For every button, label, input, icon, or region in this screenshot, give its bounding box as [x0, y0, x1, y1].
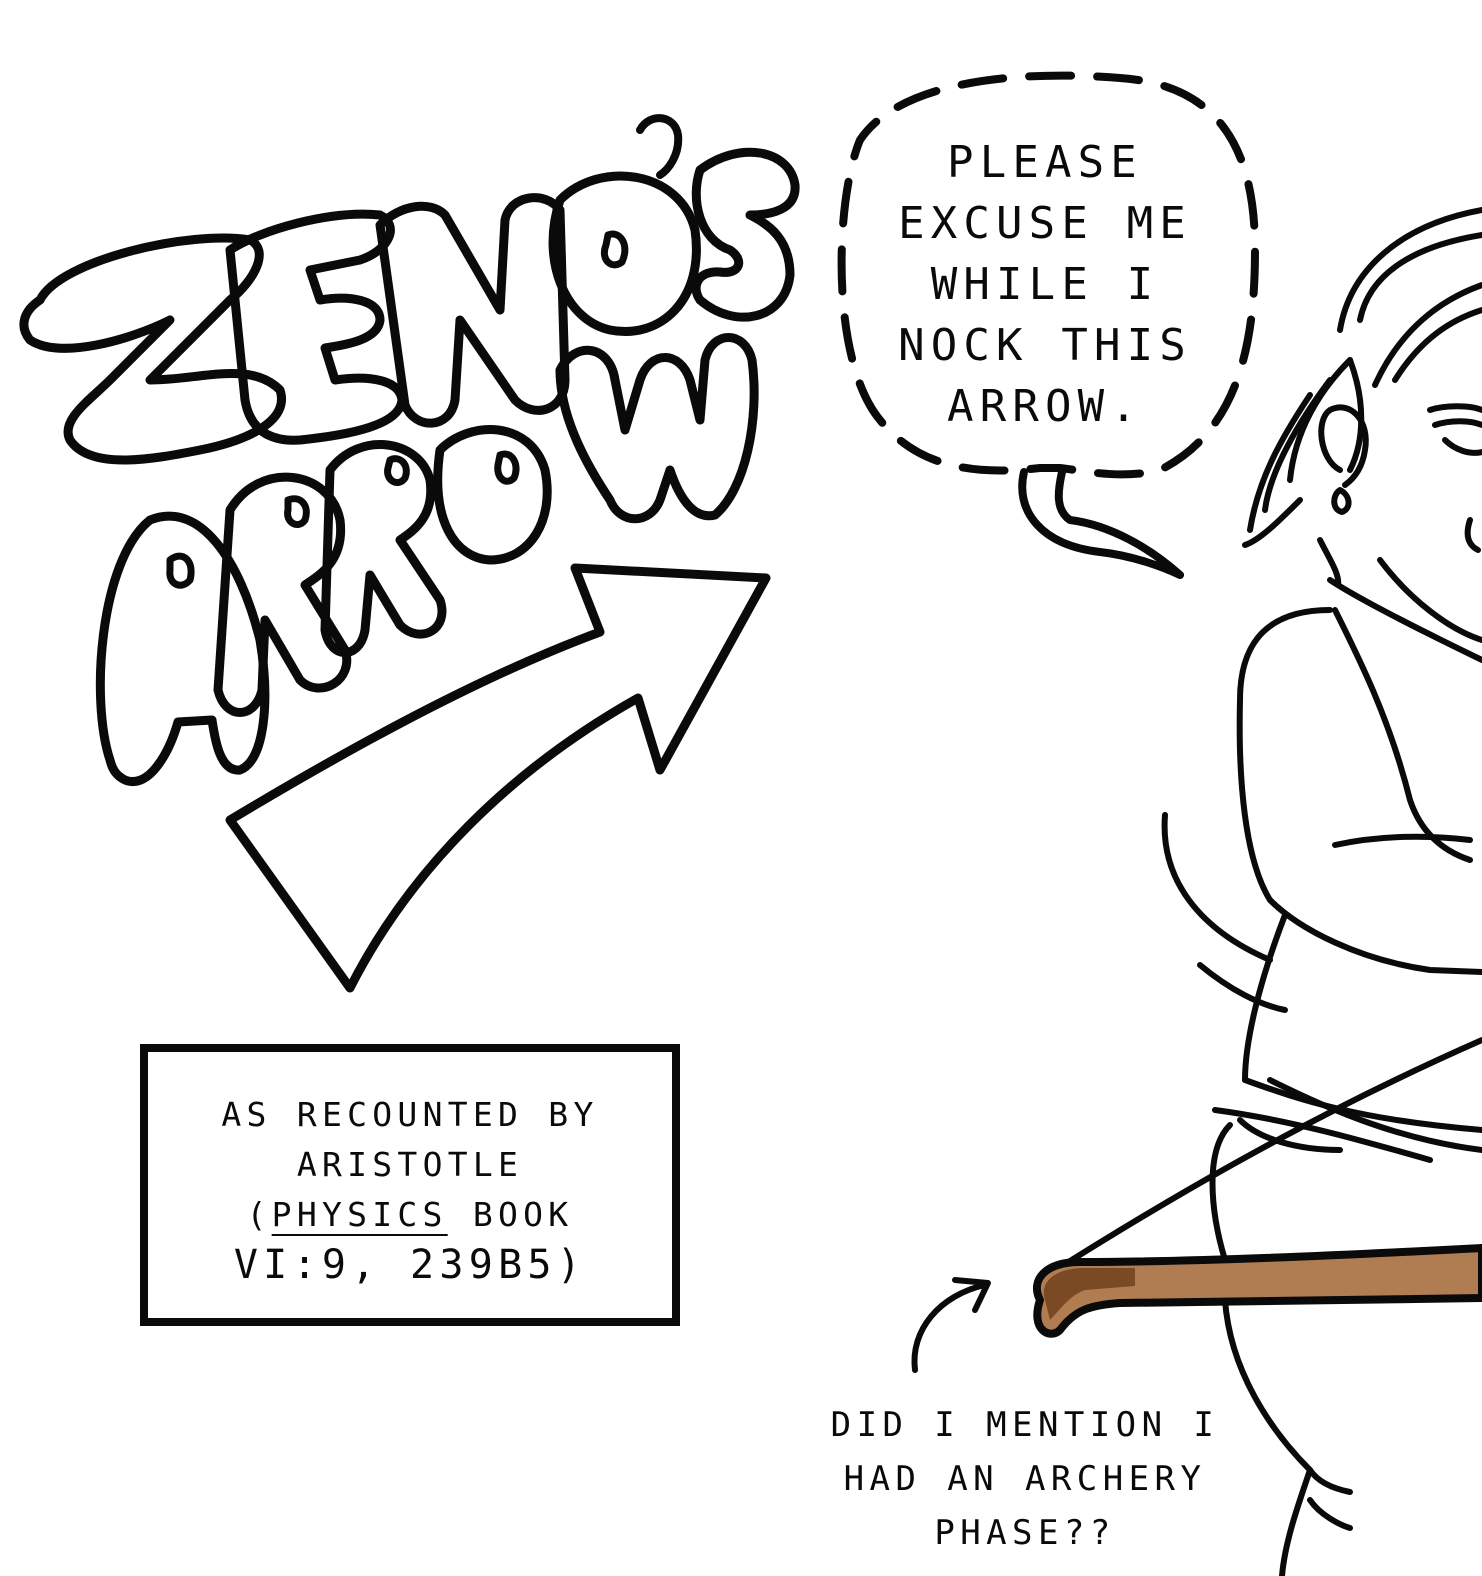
speech-line: EXCUSE ME	[898, 198, 1192, 249]
side-note-line: PHASE??	[934, 1513, 1116, 1553]
caption-book-title: PHYSICS	[271, 1195, 448, 1234]
side-note-line: DID I MENTION I	[830, 1405, 1220, 1445]
speech-bubble-text: PLEASE EXCUSE ME WHILE I NOCK THIS ARROW…	[880, 132, 1210, 437]
small-arrow-icon	[911, 1277, 991, 1373]
speech-line: WHILE I	[930, 259, 1160, 310]
bow-icon	[1033, 1244, 1482, 1338]
side-note-line: HAD AN ARCHERY	[843, 1459, 1207, 1499]
caption-paren: (	[246, 1195, 272, 1234]
caption-line: AS RECOUNTED BY	[221, 1095, 599, 1134]
title-lettering-art	[95, 333, 759, 787]
title-lettering-art	[19, 114, 800, 465]
caption-line: ARISTOTLE	[296, 1145, 524, 1184]
side-note: DID I MENTION I HAD AN ARCHERY PHASE??	[830, 1398, 1220, 1560]
caption-reference: VI:9, 239B5)	[233, 1242, 587, 1288]
caption-book: BOOK	[447, 1195, 574, 1234]
caption-text: AS RECOUNTED BY ARISTOTLE (PHYSICS BOOK …	[148, 1090, 672, 1290]
speech-bubble-tail	[1018, 468, 1184, 579]
speech-line: PLEASE	[947, 137, 1143, 188]
big-arrow-icon	[225, 563, 771, 993]
caption-line: (PHYSICS BOOK	[148, 1190, 672, 1240]
speech-line: NOCK THIS	[898, 320, 1192, 371]
comic-artwork	[19, 71, 1482, 1576]
speech-line: ARROW.	[947, 381, 1143, 432]
